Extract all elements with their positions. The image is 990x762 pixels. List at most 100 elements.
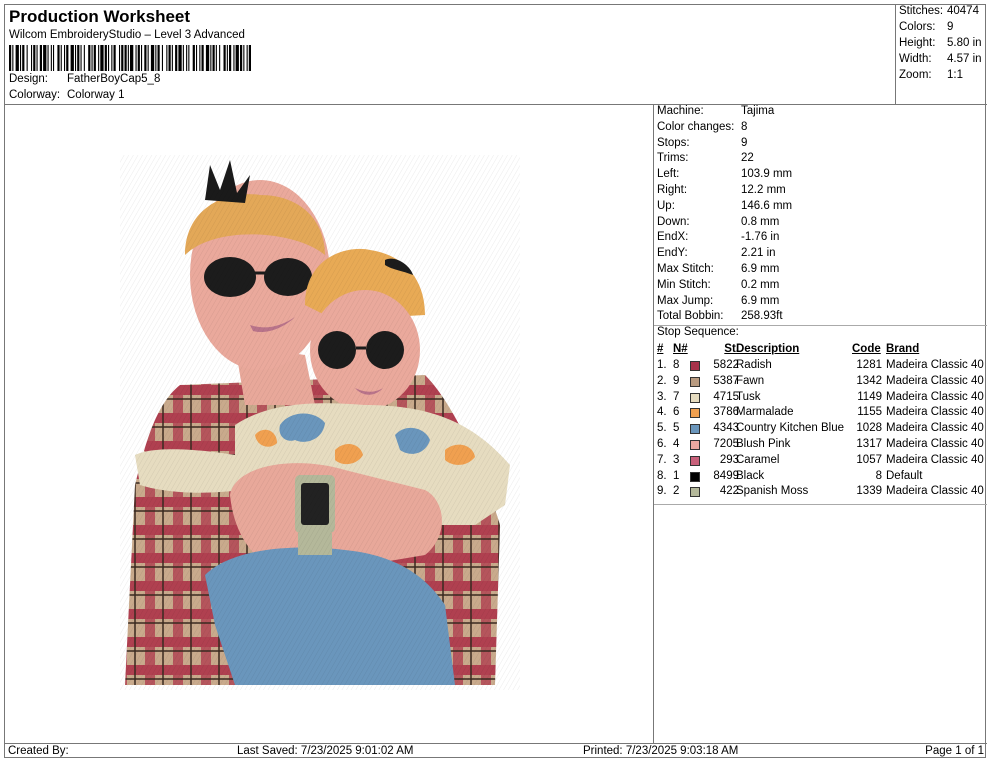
property-value: 8 xyxy=(741,120,748,133)
stop-row: 1. 8 5822 Radish 1281 Madeira Classic 40 xyxy=(654,359,987,375)
thread-brand: Madeira Classic 40 xyxy=(886,359,984,371)
colors-value: 9 xyxy=(947,21,954,33)
stop-row: 5. 5 4343 Country Kitchen Blue 1028 Madeira C… xyxy=(654,422,987,438)
col-needle: N# xyxy=(673,343,688,355)
stop-num: 3. xyxy=(657,390,667,403)
needle-num: 7 xyxy=(673,390,680,403)
property-value: 2.21 in xyxy=(741,247,776,260)
page-number: Page 1 of 1 xyxy=(925,745,984,757)
color-swatch xyxy=(690,392,700,403)
property-label: Down: xyxy=(657,215,690,228)
property-label: Max Jump: xyxy=(657,294,714,307)
stop-row: 7. 3 293 Caramel 1057 Madeira Classic 40 xyxy=(654,454,987,470)
width-value: 4.57 in xyxy=(947,53,982,65)
design-stats-panel: Stitches: 40474 Colors: 9 Height: 5.80 in W… xyxy=(895,5,987,105)
thread-brand: Madeira Classic 40 xyxy=(886,406,984,419)
col-num: # xyxy=(657,343,664,355)
thread-brand: Madeira Classic 40 xyxy=(886,438,984,450)
property-value: 12.2 mm xyxy=(741,184,786,196)
worksheet-header: Production Worksheet Wilcom EmbroiderySt… xyxy=(5,5,895,105)
stitches-label: Stitches: xyxy=(899,5,944,17)
thread-brand: Madeira Classic 40 xyxy=(886,485,984,498)
color-swatch xyxy=(690,361,700,371)
stop-row: 3. 7 4715 Tusk 1149 Madeira Classic 40 xyxy=(654,391,987,407)
colors-row: Colors: 9 xyxy=(899,21,953,33)
color-swatch xyxy=(690,408,700,419)
needle-num: 6 xyxy=(673,406,680,419)
property-label: EndX: xyxy=(657,231,689,244)
created-by: Created By: xyxy=(8,745,69,757)
stop-sequence-table: # N# St. Description Code Brand 1. 8 5822 R… xyxy=(654,343,987,505)
property-value: 146.6 mm xyxy=(741,199,793,212)
property-value: 0.8 mm xyxy=(741,215,780,228)
property-label: Min Stitch: xyxy=(657,278,711,291)
page-title: Production Worksheet xyxy=(9,7,191,26)
property-row: Right: 12.2 mm xyxy=(657,184,786,200)
stop-num: 1. xyxy=(657,359,667,371)
stop-table-header: # N# St. Description Code Brand xyxy=(654,343,987,359)
property-row: Left: 103.9 mm xyxy=(657,168,792,184)
property-label: Machine: xyxy=(657,105,704,117)
stitches-row: Stitches: 40474 xyxy=(899,5,979,17)
thread-brand: Madeira Classic 40 xyxy=(886,422,984,435)
printed-date: Printed: 7/23/2025 9:03:18 AM xyxy=(583,745,739,757)
zoom-label: Zoom: xyxy=(899,69,932,81)
height-value: 5.80 in xyxy=(947,37,982,49)
property-label: Color changes: xyxy=(657,120,735,133)
property-row: EndY: 2.21 in xyxy=(657,247,776,263)
color-swatch xyxy=(690,455,700,466)
property-label: Right: xyxy=(657,184,688,196)
stop-sequence-title: Stop Sequence: xyxy=(657,326,739,338)
color-swatch xyxy=(690,424,700,435)
machine-info-panel: Machine: Tajima Color changes: 8 Stops: 9 Trim… xyxy=(654,105,987,743)
property-label: Left: xyxy=(657,168,680,181)
needle-num: 4 xyxy=(673,438,680,450)
property-label: Stops: xyxy=(657,136,690,149)
stop-sequence-header: Stop Sequence: xyxy=(654,325,987,338)
design-value: FatherBoyCap5_8 xyxy=(67,73,161,85)
property-row: Up: 146.6 mm xyxy=(657,200,792,216)
last-saved: Last Saved: 7/23/2025 9:01:02 AM xyxy=(237,745,414,757)
needle-num: 2 xyxy=(673,485,680,498)
worksheet-footer: Created By: Last Saved: 7/23/2025 9:01:0… xyxy=(5,743,987,759)
embroidery-design-preview xyxy=(5,105,654,743)
design-label: Design: xyxy=(9,73,48,85)
width-label: Width: xyxy=(899,53,932,65)
needle-num: 3 xyxy=(673,453,680,466)
property-row: EndX: -1.76 in xyxy=(657,231,779,247)
property-value: 22 xyxy=(741,152,754,165)
worksheet-frame: Production Worksheet Wilcom EmbroiderySt… xyxy=(4,4,987,759)
thread-code: 1149 xyxy=(857,390,882,403)
property-value: 0.2 mm xyxy=(741,278,780,291)
barcode-image xyxy=(9,45,251,71)
thread-description: Country Kitchen Blue xyxy=(736,422,845,435)
property-row: Total Bobbin: 258.93ft xyxy=(657,310,783,326)
thread-code: 1281 xyxy=(856,359,882,371)
color-swatch xyxy=(690,487,700,498)
stitches-value: 40474 xyxy=(947,5,979,17)
stop-num: 8. xyxy=(657,469,667,482)
col-description: Description xyxy=(736,343,800,355)
col-code: Code xyxy=(852,343,881,355)
thread-code: 1317 xyxy=(856,438,882,450)
stop-num: 6. xyxy=(657,438,667,450)
thread-description: Spanish Moss xyxy=(736,485,809,498)
height-label: Height: xyxy=(899,37,936,49)
thread-description: Black xyxy=(736,469,765,482)
thread-brand: Madeira Classic 40 xyxy=(886,374,984,387)
thread-brand: Madeira Classic 40 xyxy=(886,390,984,403)
width-row: Width: 4.57 in xyxy=(899,53,982,65)
thread-description: Blush Pink xyxy=(736,438,791,450)
property-value: 6.9 mm xyxy=(741,294,780,307)
thread-code: 1028 xyxy=(856,422,882,435)
property-label: EndY: xyxy=(657,247,688,260)
property-row: Max Stitch: 6.9 mm xyxy=(657,263,779,279)
thread-description: Fawn xyxy=(736,374,765,387)
property-label: Total Bobbin: xyxy=(657,310,724,323)
stop-num: 9. xyxy=(657,485,667,498)
property-value: 6.9 mm xyxy=(741,263,780,275)
needle-num: 8 xyxy=(673,359,680,371)
design-row: Design: FatherBoyCap5_8 xyxy=(9,73,160,85)
colors-label: Colors: xyxy=(899,21,936,33)
property-value: -1.76 in xyxy=(741,231,780,244)
